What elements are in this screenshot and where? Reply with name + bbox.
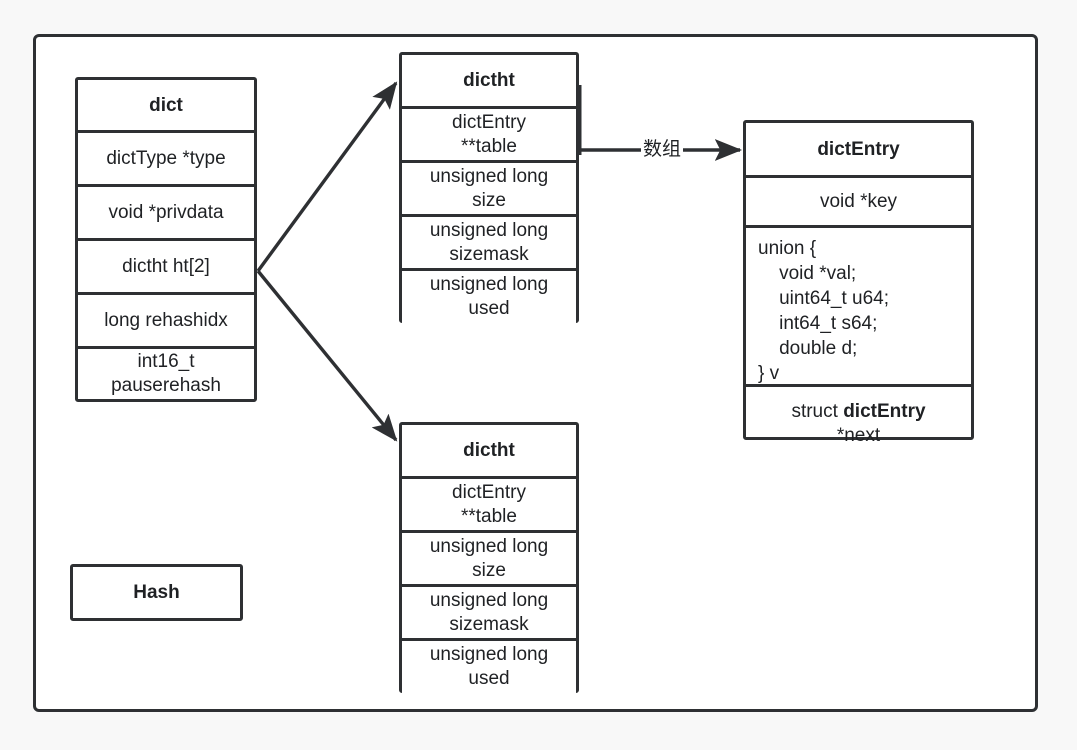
dictht-bottom-row-used: unsigned long used xyxy=(402,641,576,693)
dictht-top-row-size: unsigned long size xyxy=(402,163,576,217)
dictht-bottom-title: dictht xyxy=(402,425,576,479)
dictht-bottom-row-size: unsigned long size xyxy=(402,533,576,587)
dict-row-rehashidx: long rehashidx xyxy=(78,295,254,349)
dictht-top-row-table: dictEntry **table xyxy=(402,109,576,163)
dictht-top-row-sizemask: unsigned long sizemask xyxy=(402,217,576,271)
edge-label-array: 数组 xyxy=(641,134,684,161)
dictht-bottom-row-sizemask: unsigned long sizemask xyxy=(402,587,576,641)
hash-title: Hash xyxy=(73,567,240,618)
dictht-top-row-used: unsigned long used xyxy=(402,271,576,323)
dictentry-next-prefix: struct xyxy=(791,401,844,422)
diagram-canvas: 数组 dict dictType *type void *privdata di… xyxy=(0,0,1077,750)
dictentry-row-key: void *key xyxy=(746,178,971,228)
dictentry-next-text: struct dictEntry *next xyxy=(791,376,925,448)
dictht-bottom-row-table: dictEntry **table xyxy=(402,479,576,533)
node-dictentry[interactable]: dictEntry void *key union { void *val; u… xyxy=(743,120,974,446)
dict-title: dict xyxy=(78,80,254,133)
dictht-top-title: dictht xyxy=(402,55,576,109)
node-hash[interactable]: Hash xyxy=(70,564,243,621)
dictentry-title: dictEntry xyxy=(746,123,971,178)
dict-row-pauserehash: int16_t pauserehash xyxy=(78,349,254,399)
dict-row-type: dictType *type xyxy=(78,133,254,187)
dict-row-ht: dictht ht[2] xyxy=(78,241,254,295)
dict-row-privdata: void *privdata xyxy=(78,187,254,241)
node-dictht-bottom[interactable]: dictht dictEntry **table unsigned long s… xyxy=(399,422,579,693)
dictentry-row-next: struct dictEntry *next xyxy=(746,387,971,446)
dictentry-row-union: union { void *val; uint64_t u64; int64_t… xyxy=(746,228,971,387)
node-dictht-top[interactable]: dictht dictEntry **table unsigned long s… xyxy=(399,52,579,323)
node-dict[interactable]: dict dictType *type void *privdata dicth… xyxy=(75,77,257,402)
dictentry-next-bold: dictEntry xyxy=(843,401,926,422)
dictentry-next-suffix: *next xyxy=(836,425,881,446)
